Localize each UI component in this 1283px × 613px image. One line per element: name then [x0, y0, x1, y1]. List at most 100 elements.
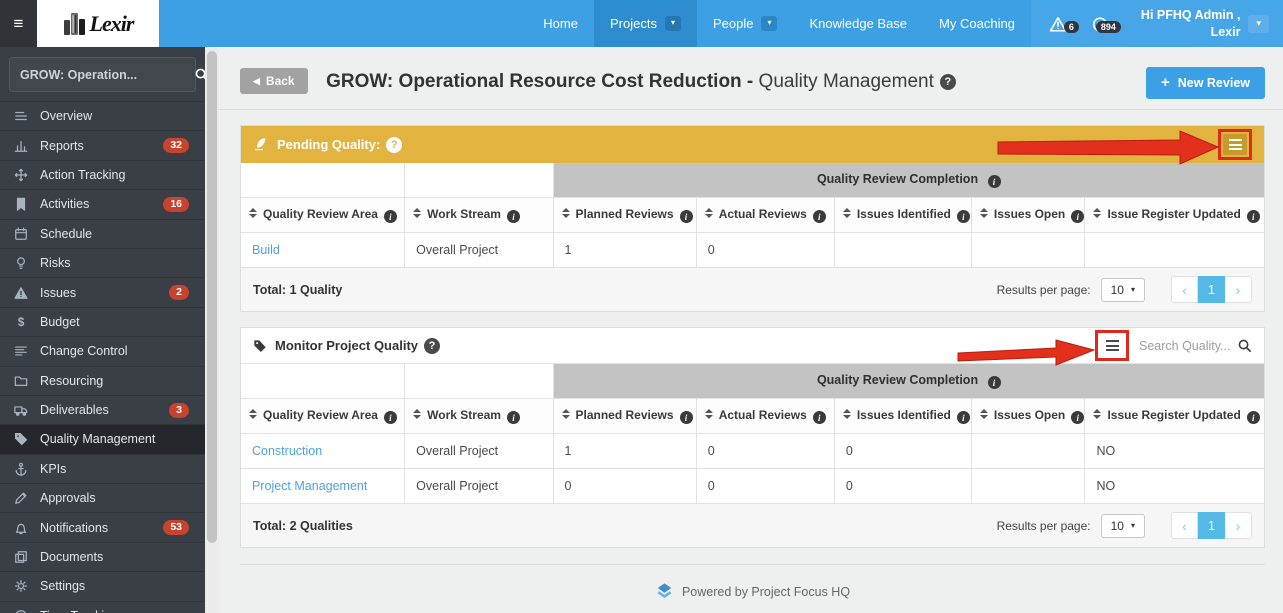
sidebar-item-resourcing[interactable]: Resourcing: [0, 365, 205, 395]
sidebar-item-documents[interactable]: Documents: [0, 541, 205, 571]
column-header[interactable]: Issue Register Updated i: [1084, 196, 1264, 233]
info-icon[interactable]: i: [679, 210, 693, 223]
info-icon[interactable]: i: [956, 411, 970, 424]
help-icon[interactable]: ?: [939, 73, 956, 90]
chevron-down-icon[interactable]: ▾: [761, 16, 778, 31]
sidebar-item-change-control[interactable]: Change Control: [0, 336, 205, 365]
column-header[interactable]: Planned Reviews i: [553, 196, 697, 233]
sort-icon[interactable]: [413, 408, 422, 420]
row-link-cell[interactable]: Build: [241, 232, 406, 267]
prev-page-button[interactable]: ‹: [1171, 512, 1198, 539]
info-icon[interactable]: i: [1071, 210, 1084, 223]
nav-item-projects[interactable]: Projects ▾: [593, 0, 697, 47]
prev-page-button[interactable]: ‹: [1171, 276, 1198, 303]
nav-item-home[interactable]: Home: [527, 0, 594, 47]
sort-icon[interactable]: [842, 207, 851, 219]
sidebar-item-action-tracking[interactable]: Action Tracking: [0, 159, 205, 189]
info-icon[interactable]: i: [383, 411, 397, 424]
app-logo[interactable]: Lexir: [37, 0, 159, 47]
sidebar-item-overview[interactable]: Overview: [0, 101, 205, 130]
info-icon[interactable]: i: [812, 210, 826, 223]
sidebar-item-settings[interactable]: Settings: [0, 571, 205, 600]
chevron-down-icon[interactable]: ▾: [664, 16, 681, 31]
sort-icon[interactable]: [842, 408, 851, 420]
page-size-select[interactable]: 10 ▾: [1100, 277, 1145, 302]
app-menu-icon[interactable]: ≡: [0, 0, 37, 47]
sidebar-item-deliverables[interactable]: Deliverables 3: [0, 394, 205, 424]
info-icon[interactable]: i: [812, 411, 826, 424]
quality-search-box[interactable]: [1139, 338, 1252, 353]
column-header[interactable]: Work Stream i: [404, 196, 554, 233]
sort-icon[interactable]: [561, 408, 570, 420]
nav-item-people[interactable]: People ▾: [697, 0, 794, 47]
sidebar-item-budget[interactable]: $ Budget: [0, 306, 205, 336]
next-page-button[interactable]: ›: [1225, 512, 1252, 539]
column-header[interactable]: Work Stream i: [404, 397, 554, 434]
messages-button[interactable]: 894: [1079, 15, 1121, 33]
column-header[interactable]: Quality Review Area i: [241, 397, 406, 434]
info-icon[interactable]: i: [1246, 210, 1260, 223]
table-menu-icon[interactable]: [1223, 134, 1247, 155]
search-icon[interactable]: [194, 67, 205, 82]
column-header[interactable]: Issues Open i: [971, 397, 1086, 434]
column-header[interactable]: Issues Identified i: [834, 397, 972, 434]
column-header[interactable]: Issues Open i: [971, 196, 1086, 233]
sidebar-item-schedule[interactable]: Schedule: [0, 218, 205, 248]
user-menu[interactable]: Hi PFHQ Admin , Lexir ▾: [1126, 0, 1283, 47]
sort-icon[interactable]: [561, 207, 570, 219]
info-icon[interactable]: i: [506, 210, 520, 223]
info-icon[interactable]: i: [987, 175, 1001, 188]
sidebar-item-issues[interactable]: Issues 2: [0, 277, 205, 306]
column-header[interactable]: Quality Review Area i: [241, 196, 406, 233]
project-search-input[interactable]: [20, 67, 194, 82]
project-search-box[interactable]: [9, 57, 205, 92]
page-number-button[interactable]: 1: [1198, 512, 1225, 539]
sidebar-item-kpis[interactable]: KPIs: [0, 453, 205, 483]
sidebar-item-time-tracking[interactable]: Time Tracking: [0, 600, 205, 613]
search-icon[interactable]: [1237, 338, 1252, 353]
info-icon[interactable]: i: [987, 376, 1001, 389]
help-icon[interactable]: ?: [424, 337, 441, 354]
info-icon[interactable]: i: [1246, 411, 1260, 424]
help-icon[interactable]: ?: [386, 136, 403, 153]
nav-item-knowledge-base[interactable]: Knowledge Base: [793, 0, 923, 47]
scrollbar-thumb[interactable]: [207, 51, 217, 543]
page-number-button[interactable]: 1: [1198, 276, 1225, 303]
sidebar-item-reports[interactable]: Reports 32: [0, 130, 205, 159]
sort-icon[interactable]: [1093, 207, 1102, 219]
sidebar-item-risks[interactable]: Risks: [0, 247, 205, 277]
next-page-button[interactable]: ›: [1225, 276, 1252, 303]
sort-icon[interactable]: [704, 408, 713, 420]
sidebar-item-notifications[interactable]: Notifications 53: [0, 512, 205, 541]
alerts-button[interactable]: 6: [1037, 15, 1079, 33]
page-size-select[interactable]: 10 ▾: [1100, 513, 1145, 538]
nav-item-my-coaching[interactable]: My Coaching: [923, 0, 1031, 47]
new-review-button[interactable]: + New Review: [1145, 67, 1265, 99]
sidebar-item-approvals[interactable]: Approvals: [0, 483, 205, 512]
table-menu-icon[interactable]: [1100, 335, 1124, 356]
chevron-down-icon[interactable]: ▾: [1248, 14, 1269, 33]
info-icon[interactable]: i: [956, 210, 970, 223]
column-header[interactable]: Actual Reviews i: [696, 196, 835, 233]
row-link-cell[interactable]: Project Management: [241, 468, 406, 503]
sort-icon[interactable]: [249, 408, 257, 420]
column-header[interactable]: Planned Reviews i: [553, 397, 697, 434]
sort-icon[interactable]: [979, 207, 988, 219]
vertical-scrollbar[interactable]: [205, 47, 219, 613]
sort-icon[interactable]: [249, 207, 257, 219]
sidebar-item-activities[interactable]: Activities 16: [0, 189, 205, 218]
sort-icon[interactable]: [704, 207, 713, 219]
row-link-cell[interactable]: Construction: [241, 433, 406, 469]
column-header[interactable]: Actual Reviews i: [696, 397, 835, 434]
sort-icon[interactable]: [413, 207, 422, 219]
sort-icon[interactable]: [979, 408, 988, 420]
sort-icon[interactable]: [1093, 408, 1102, 420]
quality-search-input[interactable]: [1139, 338, 1235, 353]
info-icon[interactable]: i: [1071, 411, 1084, 424]
info-icon[interactable]: i: [679, 411, 693, 424]
info-icon[interactable]: i: [383, 210, 397, 223]
column-header[interactable]: Issues Identified i: [834, 196, 972, 233]
info-icon[interactable]: i: [506, 411, 520, 424]
sidebar-item-quality-management[interactable]: Quality Management: [0, 424, 205, 454]
column-header[interactable]: Issue Register Updated i: [1084, 397, 1264, 434]
